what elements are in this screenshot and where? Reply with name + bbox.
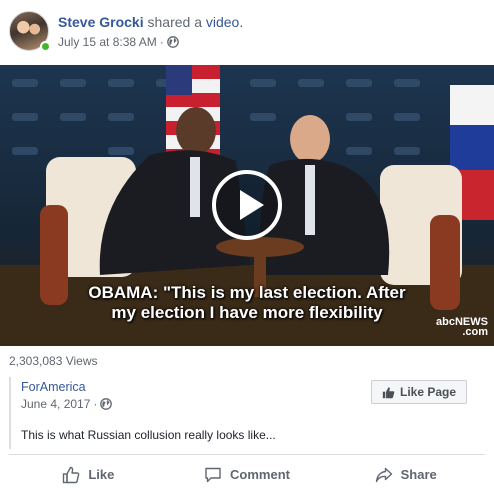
watermark-domain: .com <box>462 326 488 338</box>
shared-source-card: ForAmerica June 4, 2017 · This is what R… <box>9 377 485 449</box>
play-icon <box>240 190 264 220</box>
online-status-indicator <box>40 41 51 52</box>
source-meta-separator: · <box>93 397 98 411</box>
source-post-text: This is what Russian collusion really lo… <box>21 428 276 442</box>
comment-icon <box>205 467 221 482</box>
video-subtitle-line1: OBAMA: "This is my last election. After <box>88 283 406 302</box>
source-date-link[interactable]: June 4, 2017 <box>21 397 90 411</box>
abc-news-watermark: abcNEWS .com <box>436 317 488 338</box>
like-button[interactable]: Like <box>9 456 168 493</box>
source-meta: June 4, 2017 · <box>21 397 113 411</box>
share-icon <box>375 467 392 482</box>
video-player[interactable]: OBAMA: "This is my last election. After … <box>0 65 494 346</box>
post-timestamp-link[interactable]: July 15 at 8:38 AM <box>58 35 157 49</box>
share-button[interactable]: Share <box>326 456 485 493</box>
play-button[interactable] <box>212 170 282 240</box>
like-page-button[interactable]: Like Page <box>371 380 467 404</box>
video-subtitle-line2: my election I have more flexibility <box>111 303 383 322</box>
shared-text: shared a <box>147 14 202 30</box>
actions-divider <box>9 454 485 455</box>
meta-separator: · <box>159 35 164 49</box>
thumbs-up-icon <box>63 466 80 483</box>
shared-object-link[interactable]: video. <box>206 14 243 30</box>
like-page-label: Like Page <box>399 385 457 399</box>
globe-icon[interactable] <box>100 398 113 410</box>
post-meta: July 15 at 8:38 AM · <box>58 35 179 49</box>
thumbs-up-icon <box>382 386 395 398</box>
share-label: Share <box>400 467 437 482</box>
post-header: Steve Grocki shared a video. July 15 at … <box>0 0 494 64</box>
comment-label: Comment <box>230 467 290 482</box>
like-label: Like <box>88 467 115 482</box>
globe-icon[interactable] <box>166 36 179 48</box>
comment-button[interactable]: Comment <box>168 456 327 493</box>
author-name-link[interactable]: Steve Grocki <box>58 14 144 30</box>
author-line: Steve Grocki shared a video. <box>58 14 243 30</box>
post-actions-bar: Like Comment Share <box>9 456 485 493</box>
source-page-link[interactable]: ForAmerica <box>21 380 86 394</box>
view-count: 2,303,083 Views <box>9 354 98 368</box>
